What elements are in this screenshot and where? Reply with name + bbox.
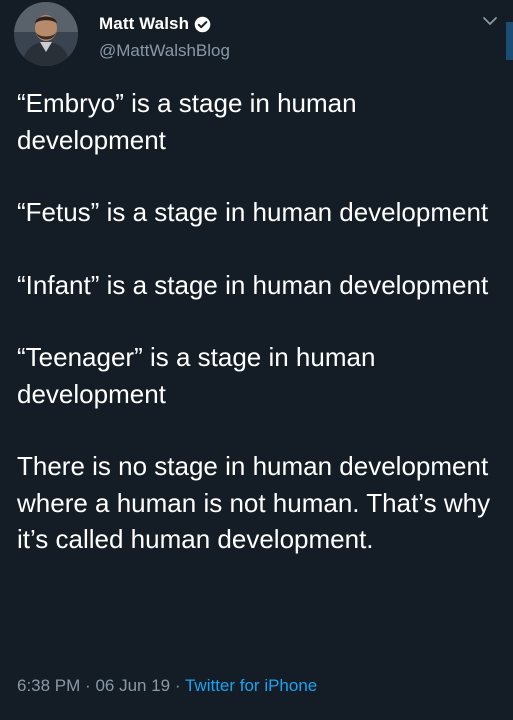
tweet-paragraph: There is no stage in human development w… [17, 451, 491, 554]
tweet-paragraph: “Embryo” is a stage in human development [17, 88, 357, 155]
tweet-source-link[interactable]: Twitter for iPhone [185, 676, 317, 695]
tweet-metadata: 6:38 PM · 06 Jun 19 · Twitter for iPhone [17, 676, 317, 696]
tweet-text: “Embryo” is a stage in human development… [17, 85, 507, 558]
tweet-paragraph: “Fetus” is a stage in human development [17, 197, 489, 227]
tweet-paragraph: “Teenager” is a stage in human developme… [17, 342, 376, 409]
verified-badge-icon [194, 16, 211, 33]
chevron-down-icon[interactable] [481, 12, 499, 30]
avatar[interactable] [14, 2, 78, 66]
tweet-date[interactable]: 06 Jun 19 [95, 676, 170, 695]
meta-separator: · [174, 676, 181, 695]
author-name-row[interactable]: Matt Walsh [99, 12, 211, 36]
author-display-name[interactable]: Matt Walsh [99, 14, 189, 34]
author-handle[interactable]: @MattWalshBlog [99, 41, 230, 61]
tweet-paragraph: “Infant” is a stage in human development [17, 269, 489, 300]
scrollbar-edge [506, 22, 513, 60]
avatar-image [14, 2, 78, 66]
tweet-card: Matt Walsh @MattWalshBlog “Embryo” is a … [0, 0, 513, 720]
tweet-time[interactable]: 6:38 PM [17, 676, 80, 695]
meta-separator: · [85, 676, 91, 695]
